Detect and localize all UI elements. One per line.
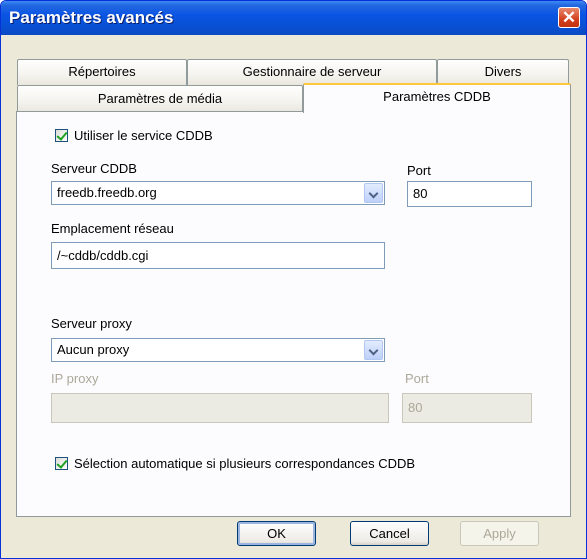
use-cddb-checkbox[interactable] [55, 129, 68, 142]
cddb-port-label: Port [407, 163, 431, 178]
location-value: /~cddb/cddb.cgi [57, 248, 149, 263]
tab-label: Gestionnaire de serveur [242, 64, 382, 79]
proxy-ip-input[interactable] [51, 393, 389, 423]
tab-label: Paramètres de média [97, 91, 223, 106]
proxy-port-input[interactable]: 80 [402, 393, 532, 423]
tab-gestionnaire-serveur[interactable]: Gestionnaire de serveur [187, 59, 437, 85]
tab-label: Divers [484, 64, 522, 79]
cddb-server-select[interactable]: freedb.freedb.org [51, 181, 385, 205]
cddb-port-input[interactable]: 80 [407, 181, 532, 207]
close-button[interactable]: ✕ [558, 7, 580, 28]
dialog-window: Paramètres avancés ✕ Répertoires Gestion… [0, 0, 587, 559]
ok-button[interactable]: OK [237, 521, 316, 546]
chevron-down-icon[interactable] [364, 183, 383, 203]
cddb-server-value: freedb.freedb.org [57, 185, 157, 200]
proxy-ip-label: IP proxy [51, 371, 99, 386]
auto-select-checkbox[interactable] [55, 457, 68, 470]
tab-label: Paramètres CDDB [383, 89, 491, 104]
proxy-port-value: 80 [408, 400, 423, 415]
tab-divers[interactable]: Divers [437, 59, 569, 85]
tab-parametres-cddb[interactable]: Paramètres CDDB [303, 83, 571, 113]
proxy-server-label: Serveur proxy [51, 316, 132, 331]
close-icon: ✕ [561, 8, 577, 27]
use-cddb-label: Utiliser le service CDDB [74, 128, 213, 143]
title-bar[interactable]: Paramètres avancés ✕ [1, 1, 586, 35]
location-input[interactable]: /~cddb/cddb.cgi [51, 242, 385, 269]
proxy-server-value: Aucun proxy [57, 342, 130, 357]
auto-select-label: Sélection automatique si plusieurs corre… [74, 456, 416, 471]
chevron-down-icon[interactable] [364, 340, 383, 360]
tab-parametres-media[interactable]: Paramètres de média [17, 85, 303, 112]
location-label: Emplacement réseau [51, 221, 174, 236]
proxy-port-label: Port [405, 371, 429, 386]
tab-label: Répertoires [68, 64, 136, 79]
proxy-server-select[interactable]: Aucun proxy [51, 338, 385, 362]
cddb-port-value: 80 [413, 186, 428, 201]
tab-repertoires[interactable]: Répertoires [17, 59, 187, 85]
apply-button[interactable]: Apply [460, 521, 539, 546]
cddb-server-label: Serveur CDDB [51, 161, 137, 176]
window-title: Paramètres avancés [9, 8, 174, 27]
cancel-button[interactable]: Cancel [350, 521, 429, 546]
